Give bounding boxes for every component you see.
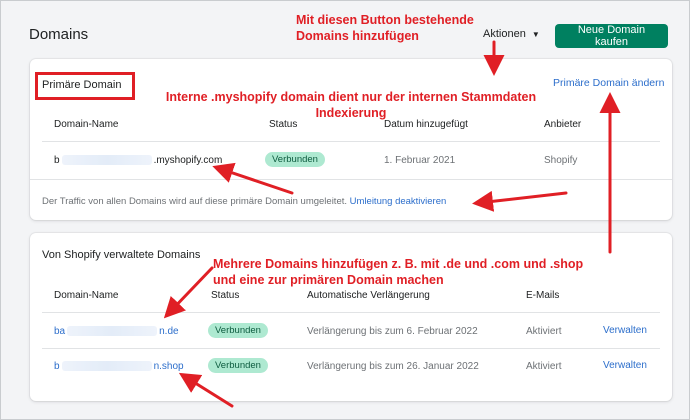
status-badge: Verbunden	[208, 358, 268, 373]
column-header-emails: E-Mails	[526, 290, 560, 301]
email-status: Aktiviert	[526, 361, 562, 372]
domain-suffix: n.shop	[153, 361, 184, 372]
domain-suffix: .myshopify.com	[153, 155, 223, 166]
managed-domain-link[interactable]: b n.shop	[54, 361, 184, 372]
chevron-down-icon: ▼	[531, 30, 540, 39]
divider	[42, 141, 660, 142]
renewal-date: Verlängerung bis zum 26. Januar 2022	[307, 361, 479, 372]
email-status: Aktiviert	[526, 326, 562, 337]
annotation-line: Mehrere Domains hinzufügen z. B. mit .de…	[213, 257, 584, 271]
annotation-line: Domains hinzufügen	[296, 29, 419, 43]
status-badge: Verbunden	[208, 323, 268, 338]
domain-suffix: n.de	[159, 326, 179, 337]
redacted-blur	[61, 155, 152, 166]
divider	[30, 179, 672, 180]
date-added: 1. Februar 2021	[384, 155, 456, 166]
redacted-blur	[67, 326, 158, 337]
annotation-button-note: Mit diesen Button bestehende Domains hin…	[296, 12, 474, 44]
divider	[42, 312, 660, 313]
annotation-line: Interne .myshopify domain dient nur der …	[165, 90, 537, 104]
actions-dropdown[interactable]: Aktionen ▼	[483, 28, 540, 40]
manage-link[interactable]: Verwalten	[603, 325, 647, 336]
provider: Shopify	[544, 155, 578, 166]
redacted-blur	[61, 361, 152, 372]
column-header-status: Status	[211, 290, 240, 301]
manage-link[interactable]: Verwalten	[603, 360, 647, 371]
highlight-box	[35, 72, 135, 100]
annotation-myshopify-note: Interne .myshopify domain dient nur der …	[138, 89, 564, 121]
actions-label: Aktionen	[483, 28, 526, 40]
divider	[42, 348, 660, 349]
change-primary-domain-link[interactable]: Primäre Domain ändern	[553, 77, 664, 89]
column-header-renewal: Automatische Verlängerung	[307, 290, 430, 301]
annotation-line: und eine zur primären Domain machen	[213, 273, 444, 287]
buy-domain-button[interactable]: Neue Domain kaufen	[555, 24, 668, 48]
domain-prefix: b	[54, 361, 60, 372]
managed-domains-title: Von Shopify verwaltete Domains	[42, 249, 201, 261]
managed-domain-link[interactable]: ba n.de	[54, 326, 179, 337]
renewal-date: Verlängerung bis zum 6. Februar 2022	[307, 326, 478, 337]
page-title: Domains	[29, 26, 89, 43]
footer-text: Der Traffic von allen Domains wird auf d…	[42, 196, 446, 207]
column-header-domain: Domain-Name	[54, 119, 119, 130]
annotation-line: Mit diesen Button bestehende	[296, 13, 474, 27]
domain-prefix: b	[54, 155, 60, 166]
redirect-info: Der Traffic von allen Domains wird auf d…	[42, 196, 348, 207]
column-header-domain: Domain-Name	[54, 290, 119, 301]
primary-domain-name: b .myshopify.com	[54, 155, 222, 166]
annotation-multi-domain-note: Mehrere Domains hinzufügen z. B. mit .de…	[213, 256, 583, 288]
annotation-line: Indexierung	[315, 106, 387, 120]
disable-redirect-link[interactable]: Umleitung deaktivieren	[350, 196, 447, 207]
status-badge: Verbunden	[265, 152, 325, 167]
domain-prefix: ba	[54, 326, 66, 337]
